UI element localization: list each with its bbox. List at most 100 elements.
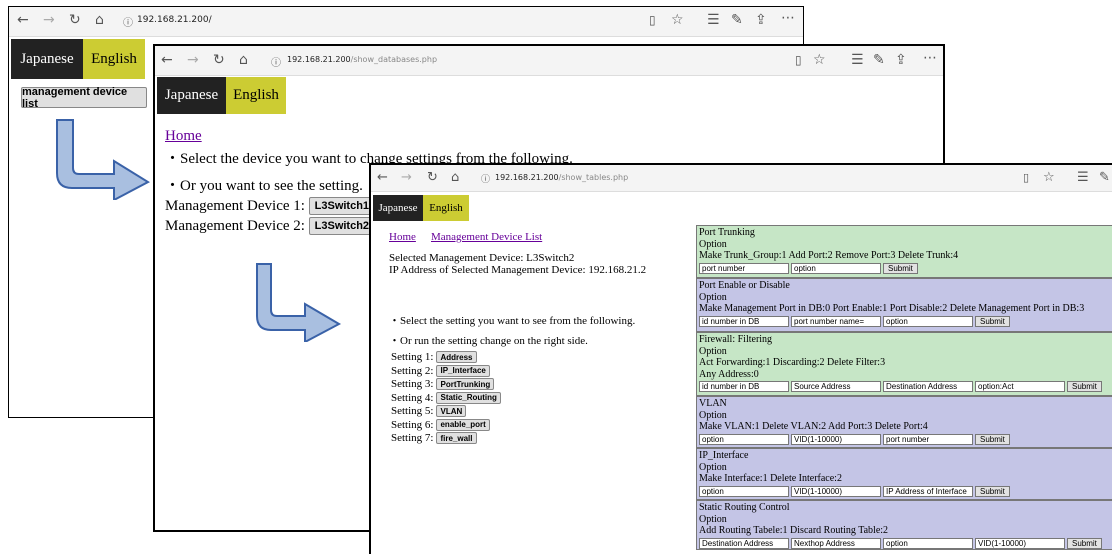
submit-button[interactable]: Submit bbox=[1067, 537, 1102, 549]
destination-address-input[interactable]: Destination Address bbox=[883, 381, 973, 392]
selected-device: Selected Management Device: L3Switch2 bbox=[389, 252, 575, 264]
instruction-text: ・Or you want to see the setting. bbox=[165, 178, 363, 194]
home-icon[interactable]: ⌂ bbox=[95, 12, 104, 28]
favorite-star-icon[interactable]: ☆ bbox=[1043, 170, 1055, 185]
browser-toolbar: ← → ↻ ⌂ ⓘ 192.168.21.200/ ▯ ☆ ☰ ✎ ⇪ ⋯ bbox=[9, 7, 803, 37]
submit-button[interactable]: Submit bbox=[975, 485, 1010, 497]
more-icon[interactable]: ⋯ bbox=[781, 10, 795, 26]
setting-button[interactable]: fire_wall bbox=[436, 432, 477, 445]
setting-button[interactable]: Address bbox=[436, 351, 477, 364]
option-input[interactable]: option bbox=[791, 262, 881, 274]
panel-text: Make Interface:1 Delete Interface:2 bbox=[699, 473, 842, 484]
device-list-link[interactable]: Management Device List bbox=[431, 231, 542, 243]
flow-arrow-icon bbox=[256, 263, 342, 342]
port-number-input[interactable]: port number bbox=[699, 262, 789, 274]
browser-toolbar: ← → ↻ ⌂ ⓘ 192.168.21.200/show_tables.php… bbox=[371, 165, 1112, 192]
url-path: /show_databases.php bbox=[350, 55, 438, 64]
reading-view-icon[interactable]: ▯ bbox=[795, 53, 802, 67]
setting-button[interactable]: IP_Interface bbox=[436, 364, 490, 377]
setting-row: Setting 3: PortTrunking bbox=[391, 378, 501, 391]
japanese-button[interactable]: Japanese bbox=[11, 39, 83, 79]
share-icon[interactable]: ⇪ bbox=[895, 52, 907, 68]
home-icon[interactable]: ⌂ bbox=[239, 52, 248, 68]
interface-ip-input[interactable]: IP Address of Interface bbox=[883, 485, 973, 497]
panel-form: option VID(1-10000) IP Address of Interf… bbox=[699, 485, 1112, 497]
vid-input[interactable]: VID(1-10000) bbox=[791, 433, 881, 445]
setting-button[interactable]: VLAN bbox=[436, 405, 467, 418]
setting-label: Setting 7: bbox=[391, 432, 434, 445]
setting-button[interactable]: PortTrunking bbox=[436, 378, 495, 391]
vid-input[interactable]: VID(1-10000) bbox=[791, 485, 881, 497]
info-icon[interactable]: ⓘ bbox=[123, 14, 133, 29]
setting-label: Setting 6: bbox=[391, 418, 434, 431]
panel-title: Port Trunking bbox=[699, 227, 755, 238]
submit-button[interactable]: Submit bbox=[975, 433, 1010, 445]
pen-icon[interactable]: ✎ bbox=[1099, 170, 1110, 185]
panel-text: Make Trunk_Group:1 Add Port:2 Remove Por… bbox=[699, 250, 959, 261]
favorites-list-icon[interactable]: ☰ bbox=[1077, 170, 1089, 185]
refresh-icon[interactable]: ↻ bbox=[213, 52, 225, 68]
forward-icon[interactable]: → bbox=[187, 52, 199, 68]
english-button[interactable]: English bbox=[423, 195, 469, 221]
refresh-icon[interactable]: ↻ bbox=[69, 12, 81, 28]
japanese-button[interactable]: Japanese bbox=[157, 77, 226, 114]
favorite-star-icon[interactable]: ☆ bbox=[671, 12, 684, 28]
destination-address-input[interactable]: Destination Address bbox=[699, 537, 789, 549]
back-icon[interactable]: ← bbox=[161, 52, 173, 68]
firewall-panel: Firewall: Filtering Option Act Forwardin… bbox=[696, 332, 1112, 396]
more-icon[interactable]: ⋯ bbox=[923, 50, 937, 66]
home-link[interactable]: Home bbox=[389, 231, 416, 243]
option-act-input[interactable]: option:Act bbox=[975, 381, 1065, 392]
option-input[interactable]: option bbox=[883, 537, 973, 549]
back-icon[interactable]: ← bbox=[17, 12, 29, 28]
address-bar[interactable]: 192.168.21.200/show_databases.php bbox=[287, 55, 437, 64]
pen-icon[interactable]: ✎ bbox=[873, 52, 885, 68]
setting-button[interactable]: Static_Routing bbox=[436, 391, 501, 404]
setting-button[interactable]: enable_port bbox=[436, 418, 490, 431]
reading-view-icon[interactable]: ▯ bbox=[649, 13, 656, 27]
refresh-icon[interactable]: ↻ bbox=[427, 170, 438, 185]
id-number-input[interactable]: id number in DB bbox=[699, 315, 789, 327]
panel-text: Any Address:0 bbox=[699, 368, 759, 380]
favorite-star-icon[interactable]: ☆ bbox=[813, 52, 826, 68]
favorites-list-icon[interactable]: ☰ bbox=[851, 52, 864, 68]
info-icon[interactable]: ⓘ bbox=[271, 54, 281, 69]
forward-icon[interactable]: → bbox=[43, 12, 55, 28]
option-input[interactable]: option bbox=[699, 433, 789, 445]
language-switch: Japanese English bbox=[157, 77, 286, 114]
favorites-list-icon[interactable]: ☰ bbox=[707, 12, 720, 28]
forward-icon[interactable]: → bbox=[401, 170, 412, 185]
reading-view-icon[interactable]: ▯ bbox=[1023, 171, 1029, 184]
submit-button[interactable]: Submit bbox=[975, 315, 1010, 327]
submit-button[interactable]: Submit bbox=[883, 262, 918, 274]
management-device-list-button[interactable]: management device list bbox=[21, 86, 147, 110]
submit-button[interactable]: Submit bbox=[1067, 381, 1102, 392]
source-address-input[interactable]: Source Address bbox=[791, 381, 881, 392]
pen-icon[interactable]: ✎ bbox=[731, 12, 743, 28]
panel-text: Option bbox=[699, 461, 727, 473]
home-link[interactable]: Home bbox=[165, 128, 202, 145]
info-icon[interactable]: ⓘ bbox=[481, 172, 490, 185]
panel-title: Firewall: Filtering bbox=[699, 334, 773, 345]
vlan-panel: VLAN Option Make VLAN:1 Delete VLAN:2 Ad… bbox=[696, 396, 1112, 448]
address-bar[interactable]: 192.168.21.200/ bbox=[137, 15, 212, 25]
panel-form: id number in DB Source Address Destinati… bbox=[699, 381, 1112, 392]
option-input[interactable]: option bbox=[883, 315, 973, 327]
address-bar[interactable]: 192.168.21.200/show_tables.php bbox=[495, 173, 628, 182]
panel-form: option VID(1-10000) port number Submit bbox=[699, 433, 1112, 445]
english-button[interactable]: English bbox=[226, 77, 286, 114]
home-icon[interactable]: ⌂ bbox=[451, 170, 459, 185]
japanese-button[interactable]: Japanese bbox=[373, 195, 423, 221]
port-name-input[interactable]: port number name= bbox=[791, 315, 881, 327]
panel-title: VLAN bbox=[699, 398, 727, 409]
panel-text: Make Management Port in DB:0 Port Enable… bbox=[699, 303, 1085, 314]
option-input[interactable]: option bbox=[699, 485, 789, 497]
english-button[interactable]: English bbox=[83, 39, 145, 79]
instruction-text: ・Select the setting you want to see from… bbox=[389, 315, 636, 327]
back-icon[interactable]: ← bbox=[377, 170, 388, 185]
share-icon[interactable]: ⇪ bbox=[755, 12, 767, 28]
port-number-input[interactable]: port number bbox=[883, 433, 973, 445]
id-number-input[interactable]: id number in DB bbox=[699, 381, 789, 392]
vid-input[interactable]: VID(1-10000) bbox=[975, 537, 1065, 549]
nexthop-address-input[interactable]: Nexthop Address bbox=[791, 537, 881, 549]
